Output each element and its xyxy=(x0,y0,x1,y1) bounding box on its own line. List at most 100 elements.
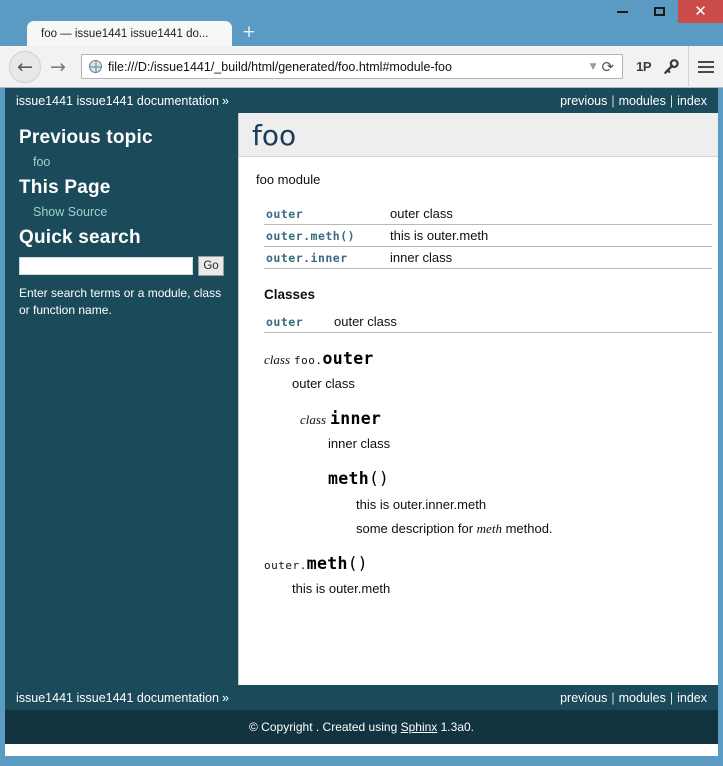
related-sep-2: | xyxy=(669,93,674,108)
footer-copyright: © Copyright . Created using Sphinx 1.3a0… xyxy=(5,710,718,744)
summary-suffix-1: () xyxy=(340,228,356,243)
document-inner: foo module outer outer class outer.meth(… xyxy=(239,157,718,598)
minimize-button[interactable] xyxy=(604,0,641,23)
tab-strip: foo — issue1441 issue1441 do... + xyxy=(0,21,723,46)
signature-outer-meth: outer.meth() xyxy=(264,554,704,574)
signature-class-outer: class foo.outer xyxy=(264,349,704,369)
tab-title: foo — issue1441 issue1441 do... xyxy=(41,27,209,40)
summary-link-outer-meth[interactable]: outer.meth xyxy=(266,229,340,243)
related-link-modules[interactable]: modules xyxy=(619,94,666,108)
search-go-button[interactable]: Go xyxy=(198,256,224,276)
table-row: outer.meth() this is outer.meth xyxy=(264,224,712,247)
page-title: foo xyxy=(252,119,297,152)
related-link-previous[interactable]: previous xyxy=(560,94,607,108)
summary-desc-cell: outer class xyxy=(332,310,712,333)
globe-icon xyxy=(89,60,102,73)
signature-parens: () xyxy=(368,469,389,489)
classes-link-outer[interactable]: outer xyxy=(266,315,303,329)
maximize-button[interactable] xyxy=(641,0,678,23)
breadcrumb-link-bottom[interactable]: issue1441 issue1441 documentation xyxy=(16,691,219,705)
menu-line-3 xyxy=(698,70,714,73)
desc-emphasis-meth: meth xyxy=(476,520,502,536)
related-links-top: previous | modules | index xyxy=(560,94,707,108)
description-inner-meth-extra: some description for meth method. xyxy=(356,520,704,538)
summary-link-outer-inner[interactable]: outer.inner xyxy=(266,251,348,265)
copyright-text-pre: © Copyright . Created using xyxy=(249,720,401,734)
related-sep-4: | xyxy=(669,690,674,705)
signature-name: meth xyxy=(328,469,369,489)
breadcrumb-chevron-icon: » xyxy=(221,93,229,108)
browser-tab-foo[interactable]: foo — issue1441 issue1441 do... xyxy=(27,21,232,46)
classes-summary-table: outer outer class xyxy=(264,310,712,333)
sidebar-heading-quick-search: Quick search xyxy=(19,227,141,248)
signature-inner-meth: meth() xyxy=(328,469,704,489)
summary-desc-cell: this is outer.meth xyxy=(388,224,712,247)
related-link-index-bottom[interactable]: index xyxy=(677,691,707,705)
maximize-icon xyxy=(654,7,665,16)
menu-line-1 xyxy=(698,60,714,63)
description-class-outer: outer class xyxy=(292,375,355,391)
new-tab-button[interactable]: + xyxy=(240,24,258,42)
related-sep-1: | xyxy=(611,93,615,108)
breadcrumb: issue1441 issue1441 documentation» xyxy=(16,94,560,108)
related-link-index[interactable]: index xyxy=(677,94,707,108)
related-link-modules-bottom[interactable]: modules xyxy=(619,691,666,705)
breadcrumb-bottom: issue1441 issue1441 documentation» xyxy=(16,691,560,705)
reload-icon[interactable]: ⟳ xyxy=(602,58,623,76)
hamburger-menu-button[interactable] xyxy=(688,45,723,88)
signature-prename: outer. xyxy=(264,558,307,572)
sphinx-link[interactable]: Sphinx xyxy=(401,720,438,734)
module-summary-table: outer outer class outer.meth() this is o… xyxy=(264,202,712,269)
description-inner-meth: this is outer.inner.meth xyxy=(356,496,487,512)
sidebar-item-previous-topic-foo[interactable]: foo xyxy=(33,155,224,169)
table-row: outer outer class xyxy=(264,202,712,225)
key-icon[interactable] xyxy=(658,58,688,76)
related-links-bottom: previous | modules | index xyxy=(560,691,707,705)
summary-desc-cell: outer class xyxy=(388,202,712,225)
menu-line-2 xyxy=(698,65,714,68)
description-class-inner: inner class xyxy=(328,436,391,452)
summary-desc-cell: inner class xyxy=(388,246,712,269)
url-bar[interactable]: file:///D:/issue1441/_build/html/generat… xyxy=(81,54,624,79)
sidebar: Previous topic foo This Page Show Source… xyxy=(5,113,238,685)
table-row: outer outer class xyxy=(264,310,712,333)
signature-name: inner xyxy=(330,408,382,428)
breadcrumb-link[interactable]: issue1441 issue1441 documentation xyxy=(16,94,219,108)
related-sep-3: | xyxy=(611,690,615,705)
document-content: foo foo module outer outer class outer.m… xyxy=(238,113,718,685)
signature-keyword: class xyxy=(300,411,326,427)
module-intro-paragraph: foo module xyxy=(256,172,321,188)
related-bar-bottom: issue1441 issue1441 documentation» previ… xyxy=(5,685,718,710)
search-help-text: Enter search terms or a module, class or… xyxy=(19,286,222,318)
summary-name-cell: outer xyxy=(264,202,388,225)
signature-class-inner: class inner xyxy=(300,409,704,429)
description-outer-meth: this is outer.meth xyxy=(292,581,391,597)
sidebar-heading-previous-topic: Previous topic xyxy=(19,127,153,148)
desc-text-post: method. xyxy=(501,520,553,536)
chevron-down-icon[interactable]: ▼ xyxy=(585,62,602,72)
sidebar-heading-this-page: This Page xyxy=(19,177,111,198)
url-text: file:///D:/issue1441/_build/html/generat… xyxy=(108,59,452,74)
signature-keyword: class xyxy=(264,351,290,367)
summary-link-outer[interactable]: outer xyxy=(266,207,303,221)
title-bar: ✕ foo — issue1441 issue1441 do... + xyxy=(0,0,723,46)
minimize-icon xyxy=(617,10,628,13)
back-button[interactable]: ← xyxy=(9,50,41,83)
navigation-toolbar: ← → file:///D:/issue1441/_build/html/gen… xyxy=(0,45,723,88)
signature-prename: foo. xyxy=(294,353,323,367)
search-input[interactable] xyxy=(19,257,193,275)
close-button[interactable]: ✕ xyxy=(678,0,723,23)
signature-parens: () xyxy=(347,553,368,573)
related-bar-top: issue1441 issue1441 documentation» previ… xyxy=(5,88,718,113)
window-controls: ✕ xyxy=(604,0,723,23)
breadcrumb-chevron-icon-bottom: » xyxy=(221,690,229,705)
signature-name: outer xyxy=(322,348,374,368)
summary-name-cell: outer xyxy=(264,310,332,333)
onepassword-button[interactable]: 1P xyxy=(629,59,658,74)
forward-button[interactable]: → xyxy=(43,51,73,82)
related-link-previous-bottom[interactable]: previous xyxy=(560,691,607,705)
browser-window: ✕ foo — issue1441 issue1441 do... + ← → … xyxy=(0,0,723,766)
sidebar-item-show-source[interactable]: Show Source xyxy=(33,205,224,219)
classes-rubric: Classes xyxy=(264,286,316,302)
copyright-text-post: 1.3a0. xyxy=(437,720,474,734)
